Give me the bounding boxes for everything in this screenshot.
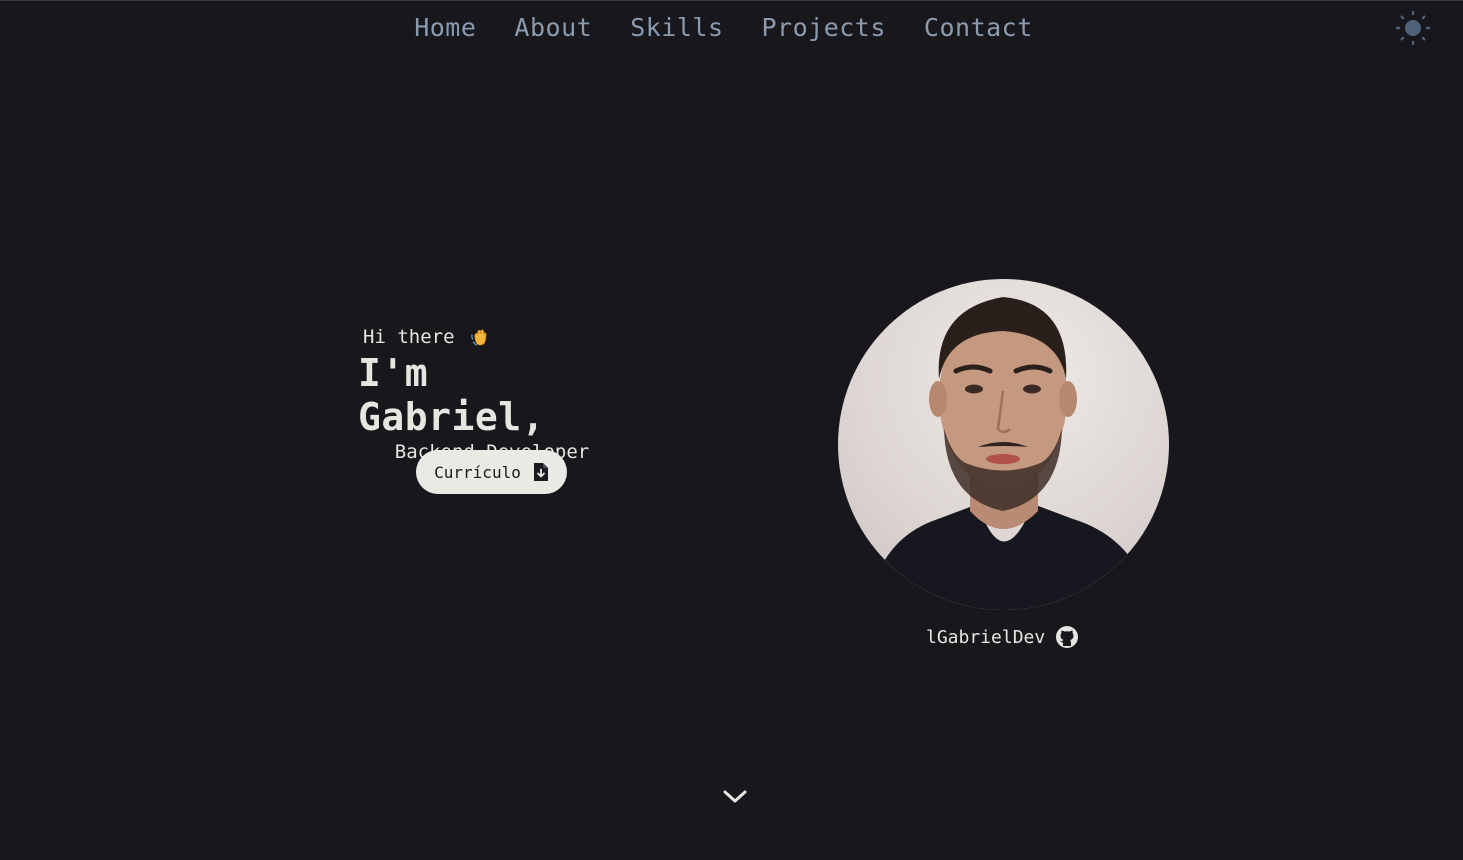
waving-hand-icon <box>470 329 486 346</box>
profile-photo <box>838 279 1169 610</box>
nav-skills[interactable]: Skills <box>630 11 723 45</box>
cv-button-label: Currículo <box>434 462 521 482</box>
sun-icon <box>1395 10 1431 46</box>
greeting-text: Hi there <box>363 326 455 348</box>
theme-toggle-button[interactable] <box>1394 9 1432 47</box>
chevron-down-icon <box>723 790 747 803</box>
github-profile-link[interactable]: lGabrielDev <box>926 623 1079 651</box>
file-download-icon <box>533 463 548 481</box>
main-nav: Home About Skills Projects Contact <box>0 11 1463 45</box>
hero-name: I'm Gabriel, <box>358 351 546 439</box>
page: Home About Skills Projects Contact Hi th… <box>0 0 1463 860</box>
nav-contact[interactable]: Contact <box>924 11 1033 45</box>
greeting: Hi there <box>358 321 626 353</box>
github-icon <box>1056 626 1079 648</box>
download-cv-button[interactable]: Currículo <box>416 450 567 494</box>
nav-projects[interactable]: Projects <box>762 11 886 45</box>
github-username: lGabrielDev <box>926 626 1046 648</box>
scroll-down-button[interactable] <box>721 785 749 809</box>
profile-photo-illustration <box>868 297 1153 610</box>
nav-about[interactable]: About <box>514 11 592 45</box>
hero-intro: Hi there I'm Gabriel, Backend Developer <box>358 321 626 465</box>
nav-home[interactable]: Home <box>414 11 476 45</box>
